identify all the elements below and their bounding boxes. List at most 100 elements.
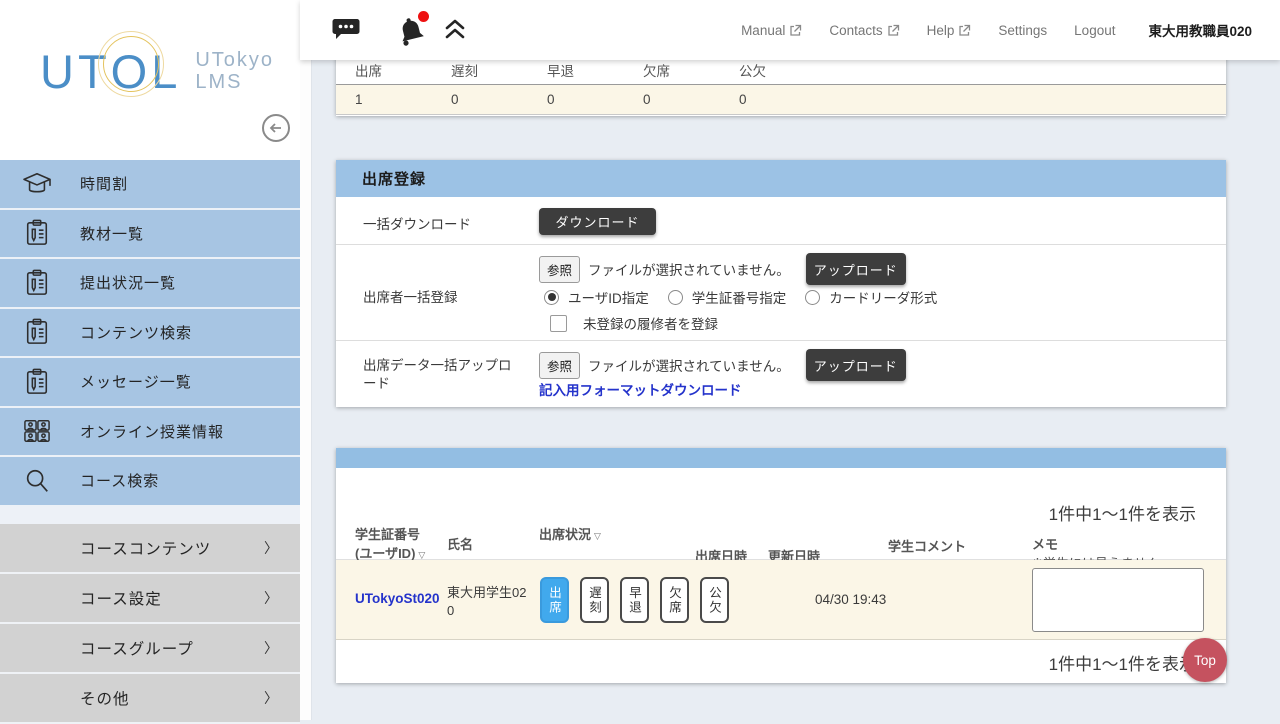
sidebar-item-label: 提出状況一覧 bbox=[80, 272, 176, 293]
upload-button[interactable]: アップロード bbox=[806, 349, 906, 381]
sidebar-item-label: 教材一覧 bbox=[80, 223, 144, 244]
logo-ut: UT bbox=[40, 48, 111, 95]
radio-user-id[interactable]: ユーザID指定 bbox=[544, 287, 649, 307]
notifications-icon[interactable] bbox=[395, 14, 427, 51]
chevron-right-icon: 〉 bbox=[264, 638, 278, 658]
scroll-to-top-button[interactable]: Top bbox=[1183, 638, 1227, 682]
sidebar-item-course-contents[interactable]: コースコンテンツ 〉 bbox=[0, 524, 300, 574]
register-unenrolled-checkbox[interactable]: 未登録の履修者を登録 bbox=[550, 313, 718, 333]
attendee-bulk-register-row: 出席者一括登録 参照 ファイルが選択されていません。 アップロード ユーザID指… bbox=[336, 245, 1226, 341]
manual-link[interactable]: Manual bbox=[741, 23, 802, 38]
sidebar-item-others[interactable]: その他 〉 bbox=[0, 674, 300, 724]
result-count-bottom: 1件中1〜1件を表示 bbox=[1049, 650, 1196, 675]
sidebar-item-online-class-info[interactable]: オンライン授業情報 bbox=[0, 408, 300, 458]
sidebar-collapse-button[interactable] bbox=[262, 114, 290, 142]
student-name: 東大用学生020 bbox=[447, 584, 531, 619]
logout-link[interactable]: Logout bbox=[1074, 23, 1115, 38]
scrollbar-track[interactable] bbox=[300, 60, 312, 720]
summary-header: 早退 bbox=[528, 60, 624, 80]
summary-header: 遅刻 bbox=[432, 60, 528, 80]
column-header-name: 氏名 bbox=[447, 536, 473, 555]
external-link-icon bbox=[789, 24, 802, 37]
radio-student-card-number[interactable]: 学生証番号指定 bbox=[668, 287, 787, 307]
sidebar-item-course-search[interactable]: コース検索 bbox=[0, 457, 300, 507]
utol-logo: UTOL UTokyo LMS bbox=[40, 48, 274, 95]
file-select-line: 参照 ファイルが選択されていません。 アップロード bbox=[539, 253, 906, 285]
sidebar: UTOL UTokyo LMS 時間割 bbox=[0, 0, 300, 720]
memo-input[interactable] bbox=[1032, 568, 1204, 632]
logo-subtitle: UTokyo LMS bbox=[195, 49, 274, 95]
panel-title: 出席登録 bbox=[362, 168, 426, 189]
status-button-early-leave[interactable]: 早退 bbox=[620, 577, 649, 623]
chevron-right-icon: 〉 bbox=[264, 688, 278, 708]
chevron-right-icon: 〉 bbox=[264, 538, 278, 558]
sort-icon: ▽ bbox=[418, 550, 425, 560]
file-select-line: 参照 ファイルが選択されていません。 アップロード bbox=[539, 349, 906, 381]
clipboard-icon bbox=[21, 219, 53, 247]
logo-l: L bbox=[151, 48, 181, 95]
clipboard-icon bbox=[21, 318, 53, 346]
table-header-area: 1件中1〜1件を表示 学生証番号 (ユーザID)▽ 氏名 出席状況▽ 出席日時 … bbox=[336, 468, 1226, 560]
status-button-group: 出席 遅刻 早退 欠席 公欠 bbox=[540, 577, 729, 623]
settings-link[interactable]: Settings bbox=[998, 23, 1047, 38]
sidebar-item-course-settings[interactable]: コース設定 〉 bbox=[0, 574, 300, 624]
sort-icon: ▽ bbox=[594, 531, 601, 541]
sidebar-item-messages[interactable]: メッセージ一覧 bbox=[0, 358, 300, 408]
sidebar-item-label: オンライン授業情報 bbox=[80, 421, 224, 442]
summary-header: 出席 bbox=[336, 60, 432, 80]
table-row: UTokyoSt020 東大用学生020 出席 遅刻 早退 欠席 公欠 04/3… bbox=[336, 560, 1226, 640]
browse-button[interactable]: 参照 bbox=[539, 256, 580, 283]
no-file-text: ファイルが選択されていません。 bbox=[588, 355, 790, 375]
sidebar-item-materials[interactable]: 教材一覧 bbox=[0, 210, 300, 260]
topbar: Manual Contacts Help Settings bbox=[300, 0, 1280, 60]
graduation-cap-icon bbox=[21, 171, 53, 197]
column-header-student-comment: 学生コメント bbox=[888, 538, 966, 557]
sidebar-item-course-group[interactable]: コースグループ 〉 bbox=[0, 624, 300, 674]
sidebar-item-label: コンテンツ検索 bbox=[80, 322, 192, 343]
table-top-bar bbox=[336, 448, 1226, 468]
logo-text: UTOL bbox=[40, 48, 181, 95]
external-link-icon bbox=[958, 24, 971, 37]
sidebar-item-label: メッセージ一覧 bbox=[80, 371, 192, 392]
clipboard-icon bbox=[21, 368, 53, 396]
radio-icon bbox=[805, 290, 820, 305]
logo-o: O bbox=[111, 45, 152, 98]
download-button[interactable]: ダウンロード bbox=[539, 208, 656, 235]
people-grid-icon bbox=[21, 418, 53, 444]
sidebar-item-label: コース検索 bbox=[80, 470, 159, 491]
sidebar-item-label: 時間割 bbox=[80, 173, 128, 194]
browse-button[interactable]: 参照 bbox=[539, 352, 580, 379]
help-link[interactable]: Help bbox=[927, 23, 972, 38]
clipboard-icon bbox=[21, 269, 53, 297]
column-header-student-id[interactable]: 学生証番号 (ユーザID)▽ bbox=[355, 526, 425, 564]
summary-value: 1 bbox=[336, 92, 432, 107]
data-bulk-upload-row: 出席データ一括アップロード 参照 ファイルが選択されていません。 アップロード … bbox=[336, 341, 1226, 406]
bulk-download-row: 一括ダウンロード ダウンロード bbox=[336, 197, 1226, 245]
status-button-present[interactable]: 出席 bbox=[540, 577, 569, 623]
column-header-status[interactable]: 出席状況▽ bbox=[539, 526, 601, 545]
sidebar-item-content-search[interactable]: コンテンツ検索 bbox=[0, 309, 300, 359]
radio-card-reader[interactable]: カードリーダ形式 bbox=[805, 287, 937, 307]
attendance-datetime: 04/30 19:43 bbox=[815, 592, 886, 607]
chevron-right-icon: 〉 bbox=[264, 588, 278, 608]
student-id-link[interactable]: UTokyoSt020 bbox=[355, 591, 440, 606]
summary-value: 0 bbox=[432, 92, 528, 107]
no-file-text: ファイルが選択されていません。 bbox=[588, 259, 790, 279]
summary-header-row: 出席 遅刻 早退 欠席 公欠 bbox=[336, 56, 1226, 85]
sidebar-item-timetable[interactable]: 時間割 bbox=[0, 160, 300, 210]
collapse-up-icon[interactable] bbox=[443, 18, 467, 45]
status-button-late[interactable]: 遅刻 bbox=[580, 577, 609, 623]
contacts-link[interactable]: Contacts bbox=[829, 23, 899, 38]
messages-icon[interactable] bbox=[331, 14, 361, 49]
upload-button[interactable]: アップロード bbox=[806, 253, 906, 285]
summary-value: 0 bbox=[720, 92, 816, 107]
result-count-top: 1件中1〜1件を表示 bbox=[1049, 500, 1196, 525]
sidebar-item-submission-status[interactable]: 提出状況一覧 bbox=[0, 259, 300, 309]
status-button-absent[interactable]: 欠席 bbox=[660, 577, 689, 623]
search-icon bbox=[21, 467, 53, 495]
status-button-excused-absence[interactable]: 公欠 bbox=[700, 577, 729, 623]
panel-header: 出席登録 bbox=[336, 160, 1226, 197]
radio-icon bbox=[668, 290, 683, 305]
format-download-link[interactable]: 記入用フォーマットダウンロード bbox=[539, 379, 742, 399]
attendee-bulk-register-label: 出席者一括登録 bbox=[363, 286, 458, 306]
